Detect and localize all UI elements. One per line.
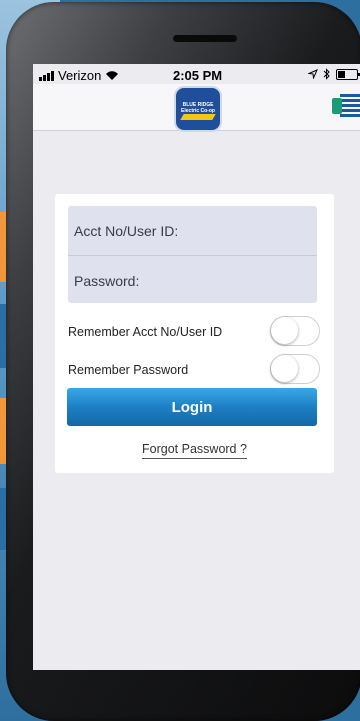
menu-line bbox=[342, 99, 360, 102]
remember-user-row: Remember Acct No/User ID bbox=[68, 316, 320, 348]
menu-line bbox=[342, 109, 360, 112]
login-card: Acct No/User ID: Password: Remember Acct… bbox=[55, 194, 334, 473]
app-header: BLUE RIDGE Electric Co-op bbox=[33, 84, 360, 132]
menu-line bbox=[340, 114, 360, 117]
username-input[interactable]: Acct No/User ID: bbox=[68, 206, 317, 254]
remember-password-toggle[interactable] bbox=[270, 354, 320, 384]
signal-icon bbox=[39, 70, 54, 81]
toggle-knob bbox=[271, 355, 298, 382]
wifi-icon bbox=[106, 70, 119, 80]
logo-text: BLUE RIDGE Electric Co-op bbox=[181, 102, 215, 114]
remember-user-toggle[interactable] bbox=[270, 316, 320, 346]
status-icons bbox=[308, 68, 360, 80]
menu-line bbox=[342, 104, 360, 107]
remember-user-label: Remember Acct No/User ID bbox=[68, 325, 223, 339]
password-input[interactable]: Password: bbox=[68, 255, 317, 304]
status-bar: Verizon 2:05 PM bbox=[33, 64, 360, 84]
co-op-logo: BLUE RIDGE Electric Co-op bbox=[174, 86, 222, 132]
remember-password-label: Remember Password bbox=[68, 363, 189, 377]
app-screen: Verizon 2:05 PM BLUE RIDGE Electric Co-o… bbox=[33, 64, 360, 670]
password-label: Password: bbox=[74, 273, 140, 289]
remember-password-row: Remember Password bbox=[68, 354, 320, 386]
menu-icon[interactable] bbox=[332, 94, 360, 118]
plug-icon bbox=[332, 98, 342, 114]
phone-speaker bbox=[173, 35, 237, 42]
forgot-password-link[interactable]: Forgot Password ? bbox=[142, 442, 247, 459]
clock: 2:05 PM bbox=[173, 68, 223, 83]
carrier: Verizon bbox=[39, 68, 119, 83]
login-button[interactable]: Login bbox=[67, 388, 317, 426]
lightning-bolt-icon bbox=[180, 114, 216, 120]
username-label: Acct No/User ID: bbox=[74, 223, 179, 239]
carrier-name: Verizon bbox=[58, 68, 102, 83]
bluetooth-icon bbox=[323, 68, 330, 80]
forgot-password-row: Forgot Password ? bbox=[55, 442, 334, 459]
battery-icon bbox=[336, 68, 360, 80]
credential-fields: Acct No/User ID: Password: bbox=[68, 206, 317, 303]
toggle-knob bbox=[271, 317, 298, 344]
menu-line bbox=[340, 94, 360, 97]
phone-frame: Verizon 2:05 PM BLUE RIDGE Electric Co-o… bbox=[6, 2, 360, 721]
location-icon bbox=[308, 69, 318, 79]
